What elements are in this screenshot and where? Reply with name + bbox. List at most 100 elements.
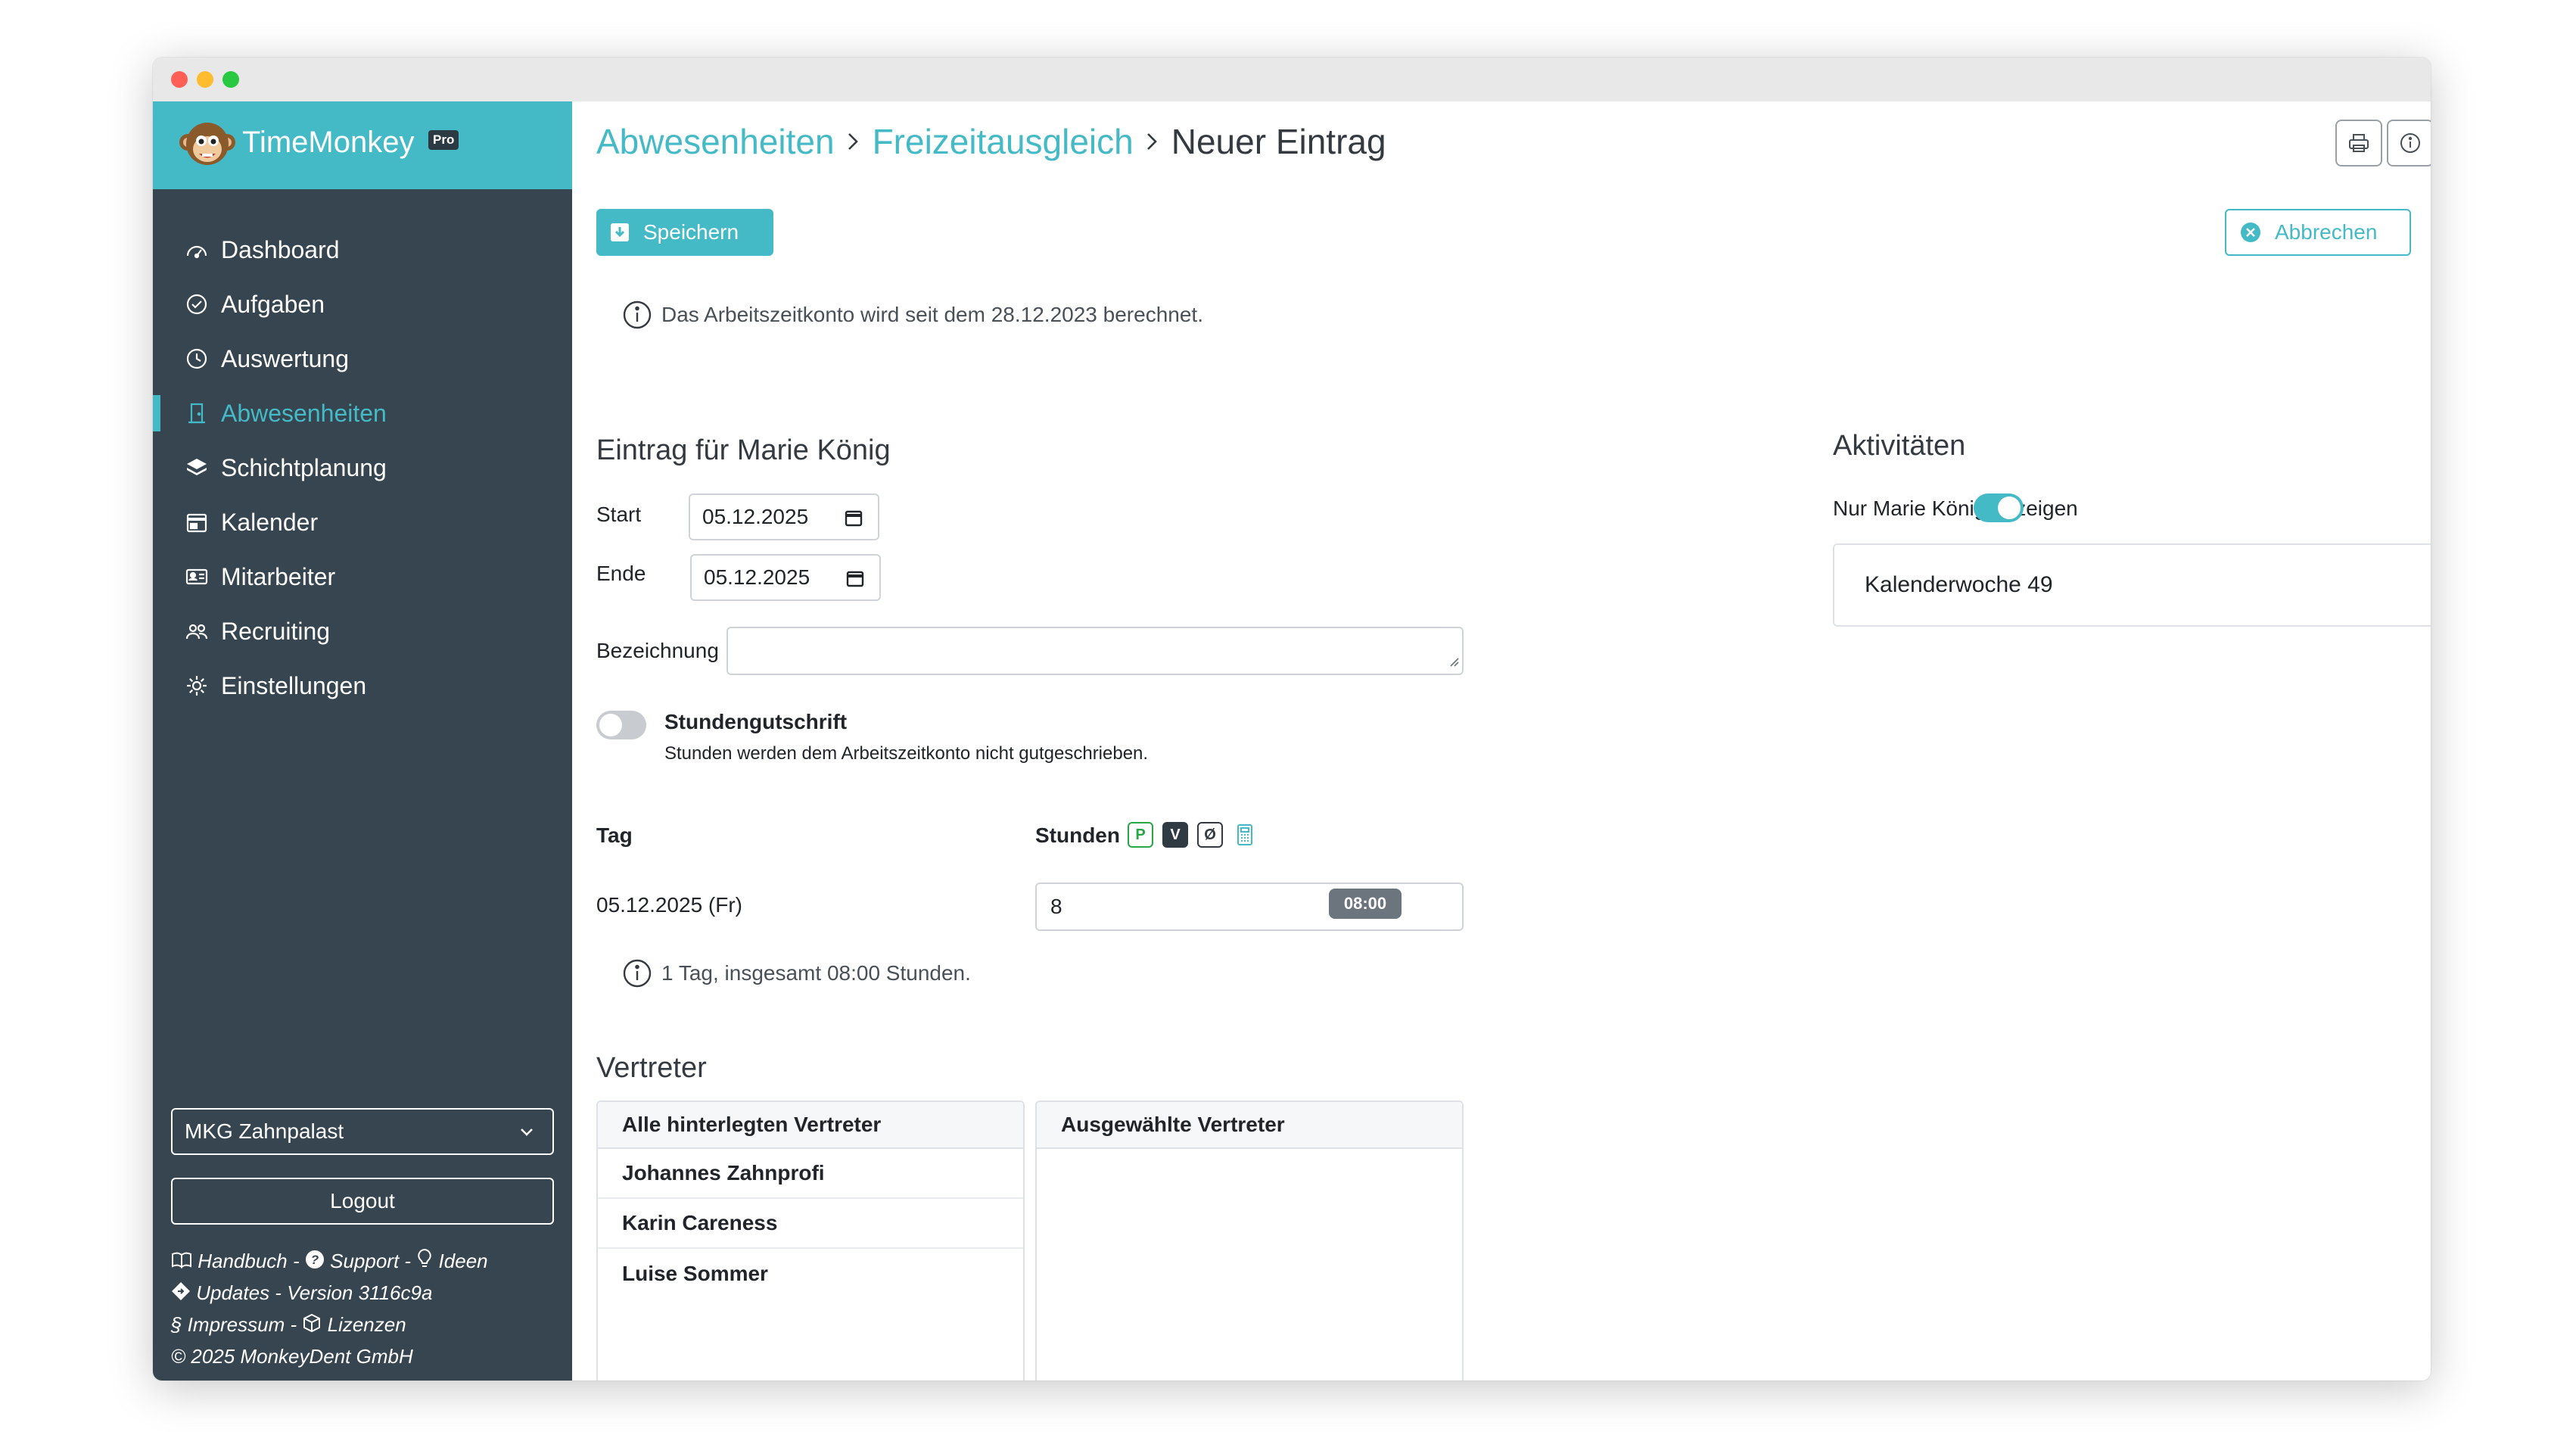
- calendar-icon: [843, 507, 864, 534]
- sidebar-item-kalender[interactable]: Kalender: [153, 495, 572, 549]
- selected-substitutes-header: Ausgewählte Vertreter: [1037, 1102, 1462, 1149]
- maximize-window-button[interactable]: [222, 71, 239, 88]
- support-link[interactable]: Support: [330, 1250, 399, 1272]
- mode-actual-button[interactable]: V: [1162, 822, 1188, 848]
- print-button[interactable]: [2335, 120, 2382, 167]
- toggle-knob: [599, 714, 622, 736]
- save-label: Speichern: [643, 220, 739, 244]
- activities-title: Aktivitäten: [1833, 430, 1966, 462]
- sidebar-item-label: Kalender: [221, 508, 319, 536]
- week-accordion[interactable]: Kalenderwoche 49: [1833, 543, 2431, 627]
- footer-separator: -: [269, 1281, 288, 1305]
- footer-separator: -: [287, 1250, 305, 1272]
- gear-icon: [183, 672, 210, 699]
- save-button[interactable]: Speichern: [596, 209, 773, 256]
- calculator-icon[interactable]: [1235, 823, 1255, 850]
- mode-planned-button[interactable]: P: [1128, 822, 1153, 848]
- sidebar-item-einstellungen[interactable]: Einstellungen: [153, 658, 572, 713]
- minimize-window-button[interactable]: [197, 71, 213, 88]
- toggle-knob: [1998, 497, 2021, 519]
- cancel-button[interactable]: Abbrechen: [2225, 209, 2411, 256]
- hours-value: 8: [1050, 895, 1062, 918]
- info-button[interactable]: [2387, 120, 2431, 167]
- activities-filter-label: Nur Marie König anzeigen: [1833, 497, 2078, 520]
- sidebar-nav: Dashboard Aufgaben Auswertung Abwesenhei…: [153, 223, 572, 713]
- breadcrumb: Abwesenheiten Freizeitausgleich Neuer Ei…: [596, 121, 1386, 162]
- chevron-down-icon: [516, 1122, 537, 1148]
- book-icon: [171, 1247, 192, 1278]
- cancel-circle-icon: [2240, 222, 2261, 243]
- printer-icon: [2349, 134, 2369, 152]
- name-textarea[interactable]: [726, 627, 1464, 675]
- sidebar-item-abwesenheiten[interactable]: Abwesenheiten: [153, 386, 572, 440]
- logout-button[interactable]: Logout: [171, 1178, 554, 1225]
- svg-text:?: ?: [311, 1253, 319, 1267]
- ideas-link[interactable]: Ideen: [439, 1250, 488, 1272]
- sidebar-item-mitarbeiter[interactable]: Mitarbeiter: [153, 549, 572, 604]
- window-titlebar: [153, 58, 2431, 101]
- day-row-date: 05.12.2025 (Fr): [596, 893, 742, 917]
- sidebar-item-label: Recruiting: [221, 617, 331, 645]
- hours-column-header: Stunden: [1035, 823, 1120, 847]
- handbook-link[interactable]: Handbuch: [198, 1250, 288, 1272]
- sidebar-item-auswertung[interactable]: Auswertung: [153, 332, 572, 386]
- diamond-icon: [171, 1279, 191, 1309]
- info-icon: [622, 958, 652, 988]
- calendar-icon: [183, 509, 210, 536]
- app-name: TimeMonkey: [242, 126, 415, 159]
- layers-icon: [183, 454, 210, 481]
- sidebar: TimeMonkey Pro Dashboard Aufgaben Auswer…: [153, 101, 572, 1381]
- cancel-label: Abbrechen: [2275, 220, 2378, 244]
- sidebar-item-label: Mitarbeiter: [221, 562, 336, 590]
- sidebar-item-schichtplanung[interactable]: Schichtplanung: [153, 440, 572, 495]
- licenses-link[interactable]: Lizenzen: [328, 1313, 406, 1336]
- updates-link[interactable]: Updates: [196, 1281, 269, 1304]
- people-icon: [183, 618, 210, 645]
- day-column-header: Tag: [596, 823, 633, 847]
- monkey-logo-icon: [179, 123, 235, 165]
- start-date-input[interactable]: 05.12.2025: [689, 493, 879, 540]
- name-label: Bezeichnung: [596, 639, 719, 662]
- brand-header[interactable]: TimeMonkey Pro: [153, 101, 572, 189]
- breadcrumb-abwesenheiten[interactable]: Abwesenheiten: [596, 121, 835, 162]
- breadcrumb-freizeitausgleich[interactable]: Freizeitausgleich: [873, 121, 1134, 162]
- credit-toggle[interactable]: [596, 711, 646, 739]
- imprint-link[interactable]: § Impressum: [171, 1313, 285, 1336]
- all-substitutes-list: Alle hinterlegten Vertreter Johannes Zah…: [596, 1100, 1025, 1381]
- mode-average-button[interactable]: Ø: [1197, 822, 1223, 848]
- sidebar-item-dashboard[interactable]: Dashboard: [153, 223, 572, 277]
- selected-substitutes-list: Ausgewählte Vertreter: [1035, 1100, 1464, 1381]
- days-summary-text: 1 Tag, insgesamt 08:00 Stunden.: [661, 961, 971, 985]
- footer-separator: -: [399, 1250, 417, 1272]
- substitutes-title: Vertreter: [596, 1052, 707, 1084]
- sidebar-item-label: Dashboard: [221, 235, 340, 263]
- sidebar-item-recruiting[interactable]: Recruiting: [153, 604, 572, 658]
- list-item[interactable]: Johannes Zahnprofi: [598, 1149, 1023, 1199]
- list-item[interactable]: Karin Careness: [598, 1199, 1023, 1249]
- info-icon: [622, 300, 652, 330]
- question-circle-icon: ?: [305, 1247, 325, 1278]
- close-window-button[interactable]: [171, 71, 188, 88]
- credit-toggle-label: Stundengutschrift: [664, 710, 848, 733]
- main-content: Abwesenheiten Freizeitausgleich Neuer Ei…: [572, 101, 2431, 1381]
- entry-title: Eintrag für Marie König: [596, 434, 891, 466]
- resize-grip-icon[interactable]: [1448, 656, 1459, 671]
- lightbulb-icon: [416, 1247, 433, 1278]
- account-info-text: Das Arbeitszeitkonto wird seit dem 28.12…: [661, 303, 1203, 326]
- end-label: Ende: [596, 562, 646, 585]
- info-icon: [2400, 133, 2420, 153]
- company-select[interactable]: MKG Zahnpalast: [171, 1108, 554, 1155]
- end-date-input[interactable]: 05.12.2025: [690, 554, 881, 601]
- sidebar-item-label: Einstellungen: [221, 671, 367, 699]
- chevron-right-icon: [1143, 126, 1162, 157]
- activities-filter-toggle[interactable]: [1974, 493, 2024, 522]
- company-select-value: MKG Zahnpalast: [185, 1119, 344, 1143]
- all-substitutes-header: Alle hinterlegten Vertreter: [598, 1102, 1023, 1149]
- app-window: TimeMonkey Pro Dashboard Aufgaben Auswer…: [153, 58, 2431, 1381]
- credit-toggle-help: Stunden werden dem Arbeitszeitkonto nich…: [664, 743, 1149, 764]
- box-icon: [302, 1311, 322, 1341]
- list-item[interactable]: Luise Sommer: [598, 1249, 1023, 1299]
- hours-input[interactable]: 8: [1035, 883, 1464, 931]
- sidebar-item-aufgaben[interactable]: Aufgaben: [153, 277, 572, 332]
- end-date-value: 05.12.2025: [704, 565, 810, 589]
